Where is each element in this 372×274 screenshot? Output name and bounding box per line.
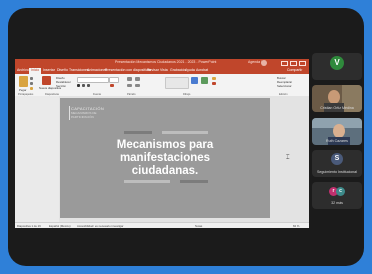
more-participants-label: 32 más bbox=[331, 201, 343, 205]
new-slide-icon[interactable] bbox=[42, 76, 51, 85]
participant-avatar: S bbox=[331, 153, 343, 165]
notes-button[interactable]: Notas bbox=[195, 224, 202, 228]
tab-diseno[interactable]: Diseño bbox=[57, 68, 68, 72]
shape-fill-icon[interactable] bbox=[212, 77, 216, 80]
decor-bar-bottom-right bbox=[180, 180, 208, 183]
language-indicator[interactable]: Español (México) bbox=[49, 224, 71, 228]
participant-name: Cristian Ortiz Medina bbox=[320, 106, 354, 110]
window-title: Presentación Mecanismos Ciudadanos 2021 … bbox=[115, 60, 217, 64]
decor-bar-top-right bbox=[162, 131, 208, 134]
slide-title: Mecanismos para manifestaciones ciudadan… bbox=[116, 139, 214, 177]
tab-ayuda[interactable]: Ayuda bbox=[185, 68, 195, 72]
cut-icon[interactable] bbox=[30, 77, 33, 80]
tab-vista[interactable]: Vista bbox=[160, 68, 168, 72]
bold-icon[interactable] bbox=[77, 84, 80, 87]
underline-icon[interactable] bbox=[87, 84, 90, 87]
more-participants-tile[interactable]: r c 32 más bbox=[312, 182, 362, 209]
tab-revisar[interactable]: Revisar bbox=[147, 68, 159, 72]
share-button[interactable]: Compartir bbox=[287, 68, 302, 72]
participant-tile-2[interactable]: Cristian Ortiz Medina bbox=[312, 85, 362, 112]
more-avatar-2: c bbox=[336, 187, 345, 196]
participant-name: Seguimiento Institucional bbox=[317, 170, 357, 174]
bullets-icon[interactable] bbox=[127, 77, 132, 81]
align-left-icon[interactable] bbox=[127, 84, 132, 87]
copy-icon[interactable] bbox=[30, 82, 33, 85]
close-icon[interactable] bbox=[299, 61, 306, 66]
tab-acrobat[interactable]: Acrobat bbox=[196, 68, 208, 72]
font-size-select[interactable] bbox=[109, 77, 119, 83]
shapes-gallery[interactable] bbox=[165, 77, 189, 89]
participant-tile-3[interactable]: Ruth Cazares bbox=[312, 118, 362, 145]
tab-grabacion[interactable]: Grabación bbox=[170, 68, 186, 72]
select-button[interactable]: Seleccionar bbox=[277, 84, 292, 88]
italic-icon[interactable] bbox=[82, 84, 85, 87]
tab-archivo[interactable]: Archivo bbox=[17, 68, 29, 72]
section-button[interactable]: Sección bbox=[56, 84, 66, 88]
shape-outline-icon[interactable] bbox=[212, 82, 216, 85]
slide-thumbnail-pane[interactable] bbox=[15, 96, 59, 222]
title-bar: Presentación Mecanismos Ciudadanos 2021 … bbox=[15, 59, 309, 67]
accessibility-indicator[interactable]: Accesibilidad: es necesario investigar bbox=[77, 224, 123, 228]
maximize-icon[interactable] bbox=[290, 61, 297, 66]
brand-divider bbox=[69, 106, 70, 120]
ribbon-tabs: Archivo Inicio Insertar Diseño Transicio… bbox=[15, 67, 309, 74]
ribbon: Pegar Portapapeles Nueva diapositiva Dis… bbox=[15, 74, 309, 97]
tab-insertar[interactable]: Insertar bbox=[43, 68, 55, 72]
participant-name: Ruth Cazares bbox=[326, 139, 348, 143]
mouse-cursor-icon: ⌶ bbox=[286, 155, 290, 161]
tab-transiciones[interactable]: Transiciones bbox=[69, 68, 89, 72]
participant-avatar: V bbox=[330, 56, 344, 70]
paste-icon[interactable] bbox=[19, 76, 28, 87]
paste-label: Pegar bbox=[19, 88, 27, 92]
format-painter-icon[interactable] bbox=[30, 87, 33, 90]
minimize-icon[interactable] bbox=[281, 61, 288, 66]
slide-counter: Diapositiva 1 de 16 bbox=[17, 224, 41, 228]
status-bar: Diapositiva 1 de 16 Español (México) Acc… bbox=[15, 222, 309, 228]
align-center-icon[interactable] bbox=[135, 84, 140, 87]
decor-bar-bottom-left bbox=[124, 180, 170, 183]
decor-bar-top-left bbox=[124, 131, 152, 134]
zoom-level[interactable]: 84 % bbox=[293, 224, 299, 228]
tab-inicio[interactable]: Inicio bbox=[29, 67, 42, 74]
slide-brand-subtitle-2: PARTICIPACIÓN bbox=[71, 115, 94, 119]
quick-styles-icon[interactable] bbox=[201, 77, 208, 84]
user-avatar-icon[interactable] bbox=[261, 60, 267, 66]
tab-presentacion[interactable]: Presentación con diapositivas bbox=[105, 68, 151, 72]
participant-tile-4[interactable]: S Seguimiento Institucional bbox=[312, 150, 362, 177]
arrange-icon[interactable] bbox=[191, 77, 198, 84]
current-slide[interactable]: CAPACITACIÓN MECANISMOS DE PARTICIPACIÓN… bbox=[60, 98, 270, 218]
font-name-select[interactable] bbox=[77, 77, 109, 83]
numbering-icon[interactable] bbox=[135, 77, 140, 81]
font-color-icon[interactable] bbox=[110, 84, 114, 87]
participant-tile-1[interactable]: V bbox=[312, 53, 362, 80]
